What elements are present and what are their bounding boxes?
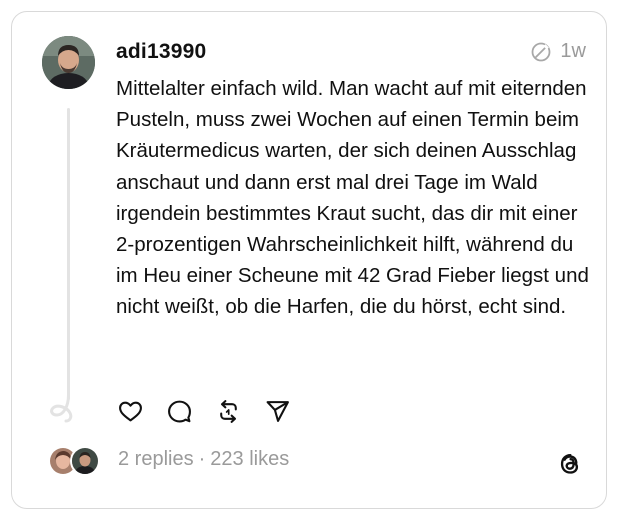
- ai-info-icon[interactable]: [530, 41, 552, 63]
- stats-separator: ·: [198, 448, 206, 470]
- avatar-image: [42, 36, 95, 89]
- likes-count[interactable]: 223 likes: [210, 448, 289, 471]
- comment-button[interactable]: [165, 397, 193, 425]
- like-button[interactable]: [116, 397, 144, 425]
- share-button[interactable]: [263, 397, 291, 425]
- thread-line: [67, 108, 70, 400]
- action-bar: [116, 397, 312, 425]
- reply-avatar-2: [70, 446, 100, 476]
- username[interactable]: adi13990: [116, 40, 206, 64]
- threads-logo-icon[interactable]: [556, 450, 584, 478]
- post-meta: 1w: [530, 40, 586, 63]
- repost-button[interactable]: [214, 397, 242, 425]
- replies-count[interactable]: 2 replies: [118, 448, 194, 471]
- post-card[interactable]: adi13990 1w Mittelalter einfach wild. Ma…: [11, 11, 607, 509]
- reply-avatars[interactable]: [48, 446, 104, 476]
- post-stats: 2 replies · 223 likes: [118, 448, 289, 471]
- share-icon: [266, 400, 289, 422]
- heart-icon: [118, 401, 142, 421]
- thread-loop-icon: [50, 393, 73, 423]
- post-text: Mittelalter einfach wild. Man wacht auf …: [116, 77, 589, 319]
- repost-icon: [219, 399, 237, 423]
- avatar[interactable]: [42, 36, 95, 89]
- post-time: 1w: [560, 40, 586, 62]
- reply-avatar-2-image: [72, 448, 98, 474]
- comment-icon: [167, 400, 191, 422]
